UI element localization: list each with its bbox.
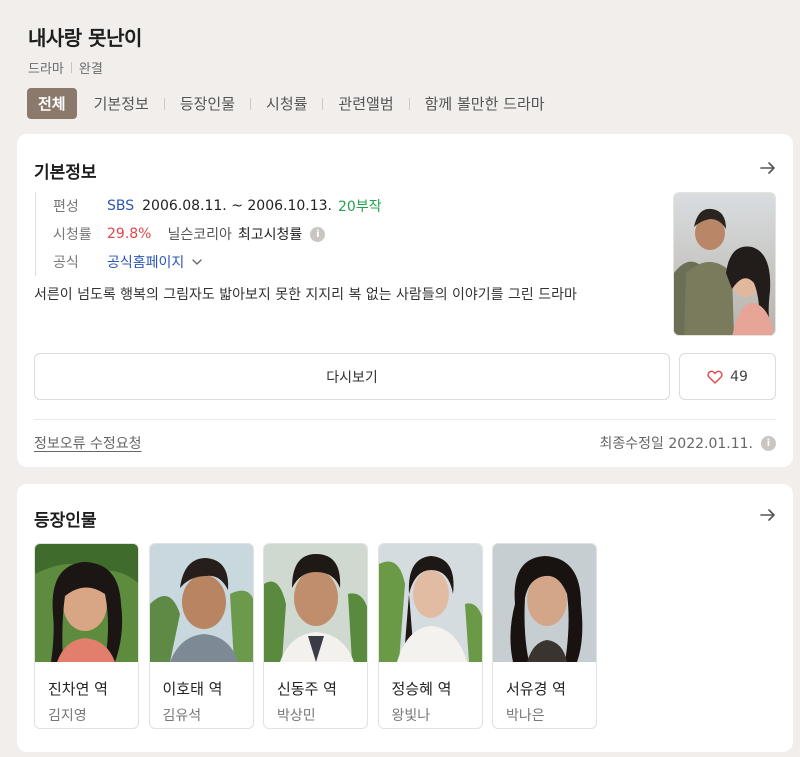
like-button[interactable]: 49 — [679, 353, 776, 400]
cast-actor: 박상민 — [277, 708, 316, 724]
rating-source: 닐슨코리아 — [167, 227, 232, 243]
tab-divider — [408, 97, 410, 110]
cast-role: 정승혜 역 — [391, 680, 452, 698]
meta-divider — [70, 62, 72, 73]
section-divider — [34, 419, 776, 420]
arrow-right-icon[interactable] — [759, 506, 777, 524]
cast-photo — [35, 544, 138, 662]
cast-role: 신동주 역 — [277, 680, 337, 698]
rating-note: 최고시청률 — [237, 227, 303, 243]
official-row: 공식 공식홈페이지 — [53, 248, 382, 276]
status-label: 완결 — [78, 62, 103, 77]
last-updated: 최종수정일 2022.01.11. i — [600, 433, 776, 453]
cast-member-card[interactable]: 서유경 역 박나은 — [492, 543, 597, 729]
cast-list: 진차연 역 김지영 이호태 역 김유석 신동주 역 박상민 정승혜 역 왕빛나 … — [34, 543, 607, 729]
synopsis-text: 서른이 넘도록 행복의 그림자도 밟아보지 못한 지지리 복 없는 사람들의 이… — [34, 287, 577, 303]
basic-info-title: 기본정보 — [34, 163, 97, 183]
channel-link[interactable]: SBS — [107, 198, 134, 214]
cast-role: 진차연 역 — [48, 680, 108, 698]
official-label: 공식 — [53, 255, 79, 271]
cast-actor: 김유석 — [162, 708, 202, 724]
info-table: 편성 SBS 2006.08.11. ~ 2006.10.13. 20부작 시청… — [35, 192, 382, 276]
cast-member-card[interactable]: 정승혜 역 왕빛나 — [377, 543, 483, 729]
drama-poster[interactable] — [673, 192, 776, 336]
tab-divider — [163, 97, 165, 110]
arrow-right-icon[interactable] — [759, 159, 777, 177]
cast-photo — [493, 544, 596, 662]
report-error-link[interactable]: 정보오류 수정요청 — [34, 433, 142, 453]
cast-card-section: 등장인물 진차연 역 김지영 이호태 역 김유석 신동주 역 박상민 정승혜 역… — [17, 484, 793, 752]
rewatch-button[interactable]: 다시보기 — [34, 353, 670, 400]
cast-role: 서유경 역 — [506, 680, 566, 698]
cast-member-card[interactable]: 이호태 역 김유석 — [148, 543, 254, 729]
last-updated-text: 최종수정일 2022.01.11. — [599, 436, 753, 452]
drama-header: 내사랑 못난이 드라마 완결 전체 기본정보 등장인물 시청률 관련앨범 함께 … — [0, 0, 800, 122]
tab-divider — [322, 97, 324, 110]
cast-member-card[interactable]: 신동주 역 박상민 — [263, 543, 368, 729]
basic-info-card: 기본정보 편성 SBS 2006.08.11. ~ 2006.10.13. 20… — [17, 134, 793, 467]
tab-basic-info[interactable]: 기본정보 — [94, 88, 149, 119]
official-homepage-link[interactable]: 공식홈페이지 — [107, 252, 184, 272]
cast-actor: 박나은 — [506, 708, 545, 724]
tab-cast[interactable]: 등장인물 — [180, 88, 235, 119]
tab-divider — [250, 97, 252, 110]
page-title: 내사랑 못난이 — [28, 26, 142, 50]
cast-photo — [149, 544, 253, 662]
tab-all[interactable]: 전체 — [27, 88, 77, 119]
cast-title: 등장인물 — [34, 511, 97, 531]
tab-ratings[interactable]: 시청률 — [266, 88, 307, 119]
cast-actor: 김지영 — [48, 708, 87, 724]
like-count: 49 — [730, 368, 748, 385]
rating-row: 시청률 29.8% 닐슨코리아 최고시청률 i — [53, 220, 382, 248]
tab-bar: 전체 기본정보 등장인물 시청률 관련앨범 함께 볼만한 드라마 — [27, 88, 545, 119]
cast-role: 이호태 역 — [162, 680, 223, 698]
genre-label: 드라마 — [28, 62, 64, 77]
broadcast-row: 편성 SBS 2006.08.11. ~ 2006.10.13. 20부작 — [53, 192, 382, 220]
rating-label: 시청률 — [53, 227, 92, 243]
chevron-down-icon[interactable] — [192, 257, 202, 267]
cast-photo — [378, 544, 482, 662]
rating-value: 29.8% — [107, 226, 152, 242]
episode-count: 20부작 — [338, 199, 382, 215]
info-icon[interactable]: i — [310, 226, 326, 242]
cast-actor: 왕빛나 — [391, 708, 431, 724]
drama-meta: 드라마 완결 — [28, 58, 103, 77]
cast-photo — [264, 544, 367, 662]
tab-similar-dramas[interactable]: 함께 볼만한 드라마 — [425, 88, 545, 119]
broadcast-period: 2006.08.11. ~ 2006.10.13. — [142, 198, 332, 214]
heart-icon — [707, 370, 723, 384]
broadcast-label: 편성 — [53, 199, 79, 215]
cast-member-card[interactable]: 진차연 역 김지영 — [34, 543, 139, 729]
tab-albums[interactable]: 관련앨범 — [338, 88, 393, 119]
info-icon[interactable]: i — [761, 435, 776, 451]
